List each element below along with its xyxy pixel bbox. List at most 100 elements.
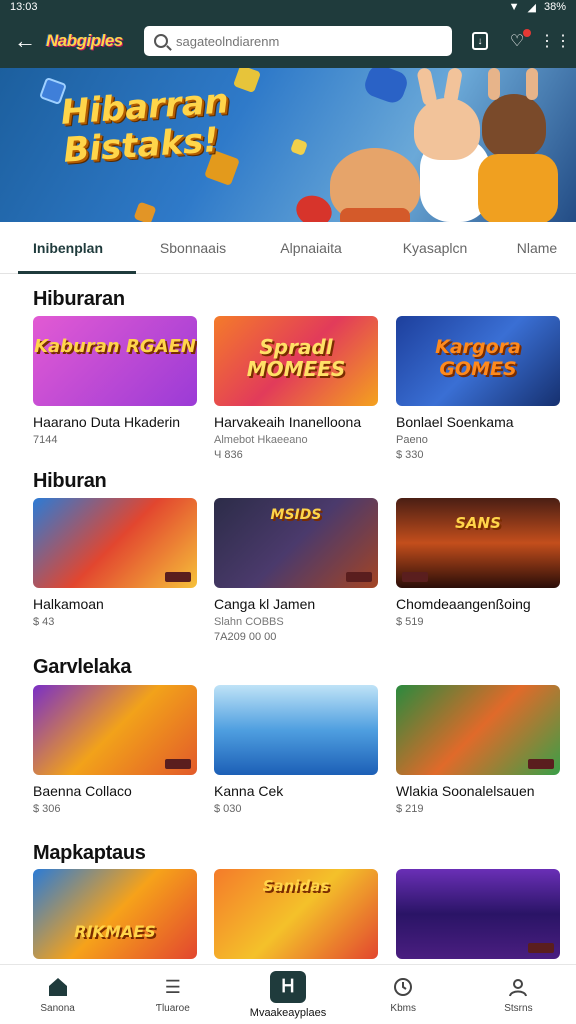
- game-name: Harvakeaih Inanelloona: [214, 414, 362, 430]
- game-card[interactable]: [396, 869, 560, 959]
- nav-item-3[interactable]: Kbms: [346, 965, 461, 1024]
- game-thumbnail: [396, 685, 560, 775]
- game-meta: $ 219: [396, 803, 424, 815]
- game-card[interactable]: Kargora GOMES Bonlael Soenkama Paeno $ 3…: [396, 316, 560, 461]
- game-meta: $ 306: [33, 803, 61, 815]
- battery-level: 38%: [543, 1, 566, 13]
- game-thumbnail: [396, 869, 560, 959]
- nav-item-4[interactable]: Stsrns: [461, 965, 576, 1024]
- game-name: Haarano Duta Hkaderin: [33, 414, 181, 430]
- section-title: Mapkaptaus: [33, 842, 146, 864]
- apps-icon: Ꮋ: [270, 970, 306, 1003]
- character-outfit: [478, 154, 558, 222]
- search-icon: [154, 34, 168, 48]
- section-title: Hiburaran: [33, 288, 125, 310]
- app-bar: ← Nabgiples ↓ ♡ ⋮⋮: [0, 14, 576, 68]
- notification-badge: [523, 29, 531, 37]
- game-meta: $ 519: [396, 616, 424, 628]
- game-card[interactable]: Sanidas: [214, 869, 378, 959]
- game-card[interactable]: Baenna Collaco $ 306: [33, 685, 197, 815]
- game-card[interactable]: Wlakia Soonalelsauen $ 219: [396, 685, 560, 815]
- game-thumbnail: Kaburan RGAEN: [33, 316, 197, 406]
- nav-item-0[interactable]: Sanona: [0, 965, 115, 1024]
- game-thumbnail: MSIDS: [214, 498, 378, 588]
- wifi-icon: ▼: [508, 1, 520, 13]
- game-price: 7A209 00 00: [214, 631, 277, 643]
- notification-icon[interactable]: ♡: [508, 29, 531, 50]
- nav-item-2[interactable]: Ꮋ Mvaakeayplaes: [230, 965, 345, 1024]
- tab-4[interactable]: Nlame: [498, 222, 576, 274]
- character-body: [340, 208, 410, 222]
- tab-3[interactable]: Kyasaplcn: [372, 222, 498, 274]
- status-bar: 13:03 ▼ ◢ 38%: [0, 0, 576, 14]
- game-thumbnail: RIKMAES: [33, 869, 197, 959]
- game-card[interactable]: Kaburan RGAEN Haarano Duta Hkaderin 7144: [33, 316, 197, 446]
- game-name: Wlakia Soonalelsauen: [396, 783, 535, 799]
- nav-label: Ƭluaroe: [155, 1003, 190, 1014]
- game-name: Chomdeaangenßoing: [396, 596, 531, 612]
- search-bar[interactable]: [144, 26, 452, 56]
- list-icon: ☰: [164, 976, 181, 997]
- bunny-ear: [526, 68, 538, 100]
- game-name: Baenna Collaco: [33, 783, 132, 799]
- tab-0[interactable]: Inibenplan: [0, 222, 136, 274]
- game-meta: $ 030: [214, 803, 242, 815]
- game-card[interactable]: Halkamoan $ 43: [33, 498, 197, 628]
- more-options-icon[interactable]: ⋮⋮: [539, 32, 571, 50]
- game-card[interactable]: Kanna Cek $ 030: [214, 685, 378, 815]
- game-thumbnail: SANS: [396, 498, 560, 588]
- back-arrow-icon[interactable]: ←: [10, 26, 40, 56]
- home-icon: [46, 975, 70, 999]
- game-thumbnail: Sanidas: [214, 869, 378, 959]
- bottom-navigation: Sanona ☰ Ƭluaroe Ꮋ Mvaakeayplaes Kbms St…: [0, 964, 576, 1024]
- tab-2[interactable]: Alpnaiaita: [250, 222, 372, 274]
- game-card[interactable]: Spradl MOMEES Harvakeaih Inanelloona Alm…: [214, 316, 378, 461]
- hero-banner[interactable]: Hibarran Bistaks!: [0, 68, 576, 222]
- game-meta: Almebot Hkaeeano: [214, 434, 308, 446]
- game-card[interactable]: MSIDS Canga kl Jamen Slahn COBBS 7A209 0…: [214, 498, 378, 643]
- nav-label: Stsrns: [504, 1003, 533, 1014]
- bunny-ear: [488, 68, 500, 100]
- signal-icon: ◢: [527, 1, 536, 14]
- game-name: Halkamoan: [33, 596, 104, 612]
- game-thumbnail: Kargora GOMES: [396, 316, 560, 406]
- character-face: [414, 98, 480, 160]
- game-thumbnail: [33, 685, 197, 775]
- game-meta: Paeno: [396, 434, 428, 446]
- game-meta: $ 43: [33, 616, 55, 628]
- game-thumbnail: Spradl MOMEES: [214, 316, 378, 406]
- dice-icon: [133, 201, 157, 222]
- app-logo: Nabgiples: [46, 31, 123, 50]
- bunny-ear: [416, 68, 438, 108]
- status-time: 13:03: [10, 1, 38, 13]
- nav-item-1[interactable]: ☰ Ƭluaroe: [115, 965, 230, 1024]
- dice-icon: [232, 68, 262, 94]
- gem-icon: [361, 68, 411, 106]
- profile-icon: [506, 975, 530, 999]
- game-thumbnail: [214, 685, 378, 775]
- category-tabs: Inibenplan Sbonnaais Alpnaiaita Kyasaplc…: [0, 222, 576, 274]
- game-price: Ч 836: [214, 449, 243, 461]
- game-price: $ 330: [396, 449, 424, 461]
- game-card[interactable]: RIKMAES: [33, 869, 197, 959]
- nav-label: Kbms: [390, 1003, 416, 1014]
- section-title: Garvlelaka: [33, 656, 132, 678]
- bunny-ear: [442, 68, 464, 105]
- nav-label: Mvaakeayplaes: [249, 1006, 327, 1019]
- game-name: Kanna Cek: [214, 783, 284, 799]
- game-thumbnail: [33, 498, 197, 588]
- search-input[interactable]: [176, 33, 442, 49]
- content-list[interactable]: Hiburaran Kaburan RGAEN Haarano Duta Hka…: [0, 274, 576, 964]
- tab-1[interactable]: Sbonnaais: [136, 222, 250, 274]
- nav-label: Sanona: [40, 1003, 75, 1014]
- clock-icon: [391, 975, 415, 999]
- game-meta: 7144: [33, 434, 58, 446]
- game-meta: Slahn COBBS: [214, 616, 284, 628]
- game-name: Canga kl Jamen: [214, 596, 316, 612]
- character-face-2: [482, 94, 546, 158]
- download-icon[interactable]: ↓: [472, 32, 488, 50]
- section-title: Hiburan: [33, 470, 107, 492]
- game-name: Bonlael Soenkama: [396, 414, 514, 430]
- game-card[interactable]: SANS Chomdeaangenßoing $ 519: [396, 498, 560, 628]
- coin-icon: [290, 138, 308, 156]
